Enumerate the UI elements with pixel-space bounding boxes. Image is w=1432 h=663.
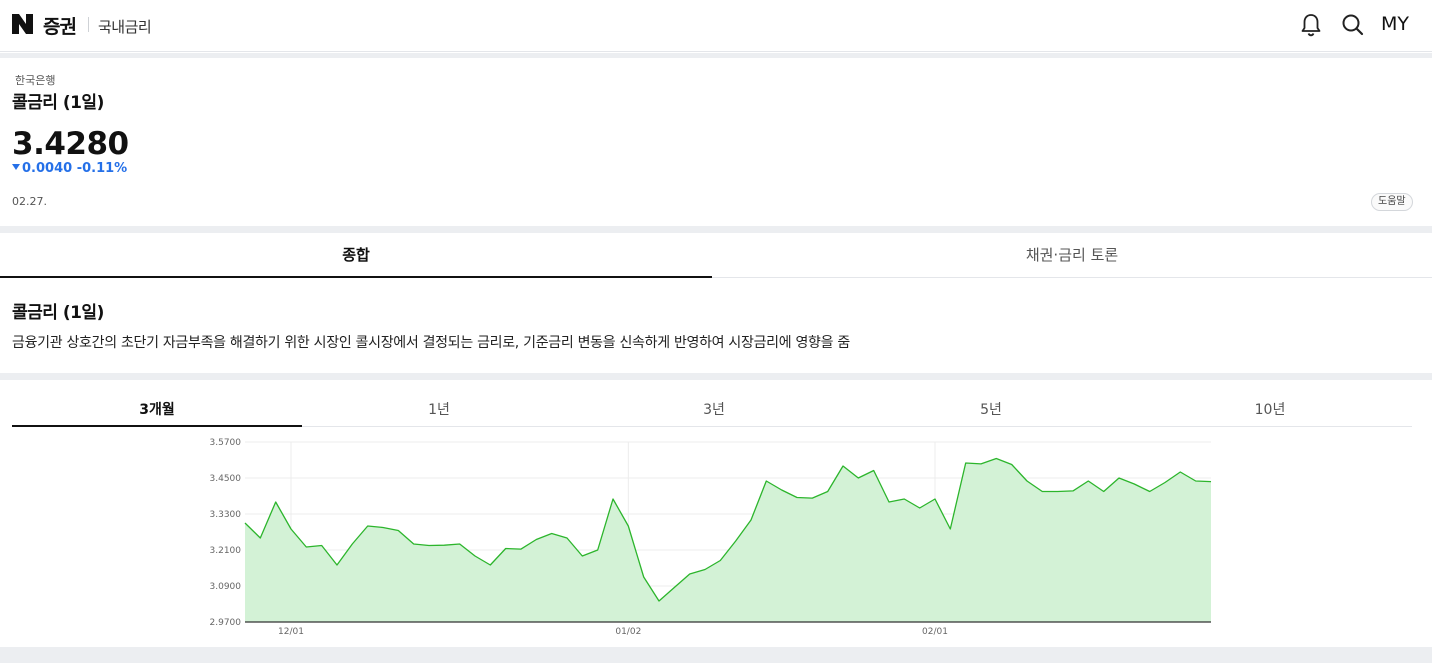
- tab-overview[interactable]: 종합: [0, 233, 712, 278]
- tab-discussion[interactable]: 채권·금리 토론: [712, 233, 1432, 278]
- my-menu-button[interactable]: MY: [1381, 13, 1409, 35]
- current-price: 3.4280: [12, 126, 129, 162]
- down-triangle-icon: [12, 164, 20, 170]
- rate-summary: 한국은행 콜금리 (1일) 3.4280 0.0040 -0.11% 02.27…: [0, 58, 1432, 226]
- x-tick-label: 01/02: [615, 627, 641, 637]
- rate-chart-svg[interactable]: 3.5700 3.4500 3.3300 3.2100 3.0900 2.9700 12/0…: [200, 432, 1230, 647]
- period-tab-1y[interactable]: 1년: [389, 395, 489, 427]
- issuer-label: 한국은행: [15, 74, 56, 87]
- section-divider: [0, 226, 1432, 233]
- y-tick-label: 3.5700: [210, 438, 242, 448]
- brand-title[interactable]: 증권: [43, 12, 77, 39]
- period-tab-10y[interactable]: 10년: [1220, 395, 1320, 427]
- search-icon[interactable]: [1340, 12, 1366, 38]
- description-text: 금융기관 상호간의 초단기 자금부족을 해결하기 위한 시장인 콜시장에서 결정…: [12, 335, 850, 351]
- bell-icon[interactable]: [1298, 12, 1324, 38]
- y-tick-label: 2.9700: [210, 618, 242, 628]
- x-tick-label: 02/01: [922, 627, 948, 637]
- section-divider: [0, 373, 1432, 380]
- y-tick-label: 3.3300: [210, 510, 242, 520]
- rate-chart[interactable]: 3.5700 3.4500 3.3300 3.2100 3.0900 2.9700 12/0…: [200, 432, 1230, 647]
- top-navigation-bar: 증권 국내금리 MY: [0, 0, 1432, 52]
- description-title: 콜금리 (1일): [12, 303, 104, 323]
- main-tabs: 종합 채권·금리 토론: [0, 233, 1432, 278]
- help-button[interactable]: 도움말: [1371, 193, 1413, 211]
- price-date: 02.27.: [12, 195, 47, 208]
- section-title[interactable]: 국내금리: [98, 16, 152, 37]
- y-tick-label: 3.4500: [210, 474, 242, 484]
- section-divider: [0, 647, 1432, 663]
- y-tick-label: 3.2100: [210, 546, 242, 556]
- x-tick-label: 12/01: [278, 627, 304, 637]
- series-area: [245, 458, 1211, 622]
- price-change-value: 0.0040 -0.11%: [22, 161, 128, 176]
- brand-divider: [88, 17, 89, 32]
- period-tab-3m[interactable]: 3개월: [12, 395, 302, 427]
- naver-n-logo-icon[interactable]: [12, 14, 33, 34]
- price-change: 0.0040 -0.11%: [12, 161, 127, 176]
- chart-period-tabs: 3개월 1년 3년 5년 10년: [12, 395, 1412, 427]
- y-tick-label: 3.0900: [210, 582, 242, 592]
- period-tab-5y[interactable]: 5년: [941, 395, 1041, 427]
- period-tab-3y[interactable]: 3년: [664, 395, 764, 427]
- rate-name: 콜금리 (1일): [12, 93, 104, 113]
